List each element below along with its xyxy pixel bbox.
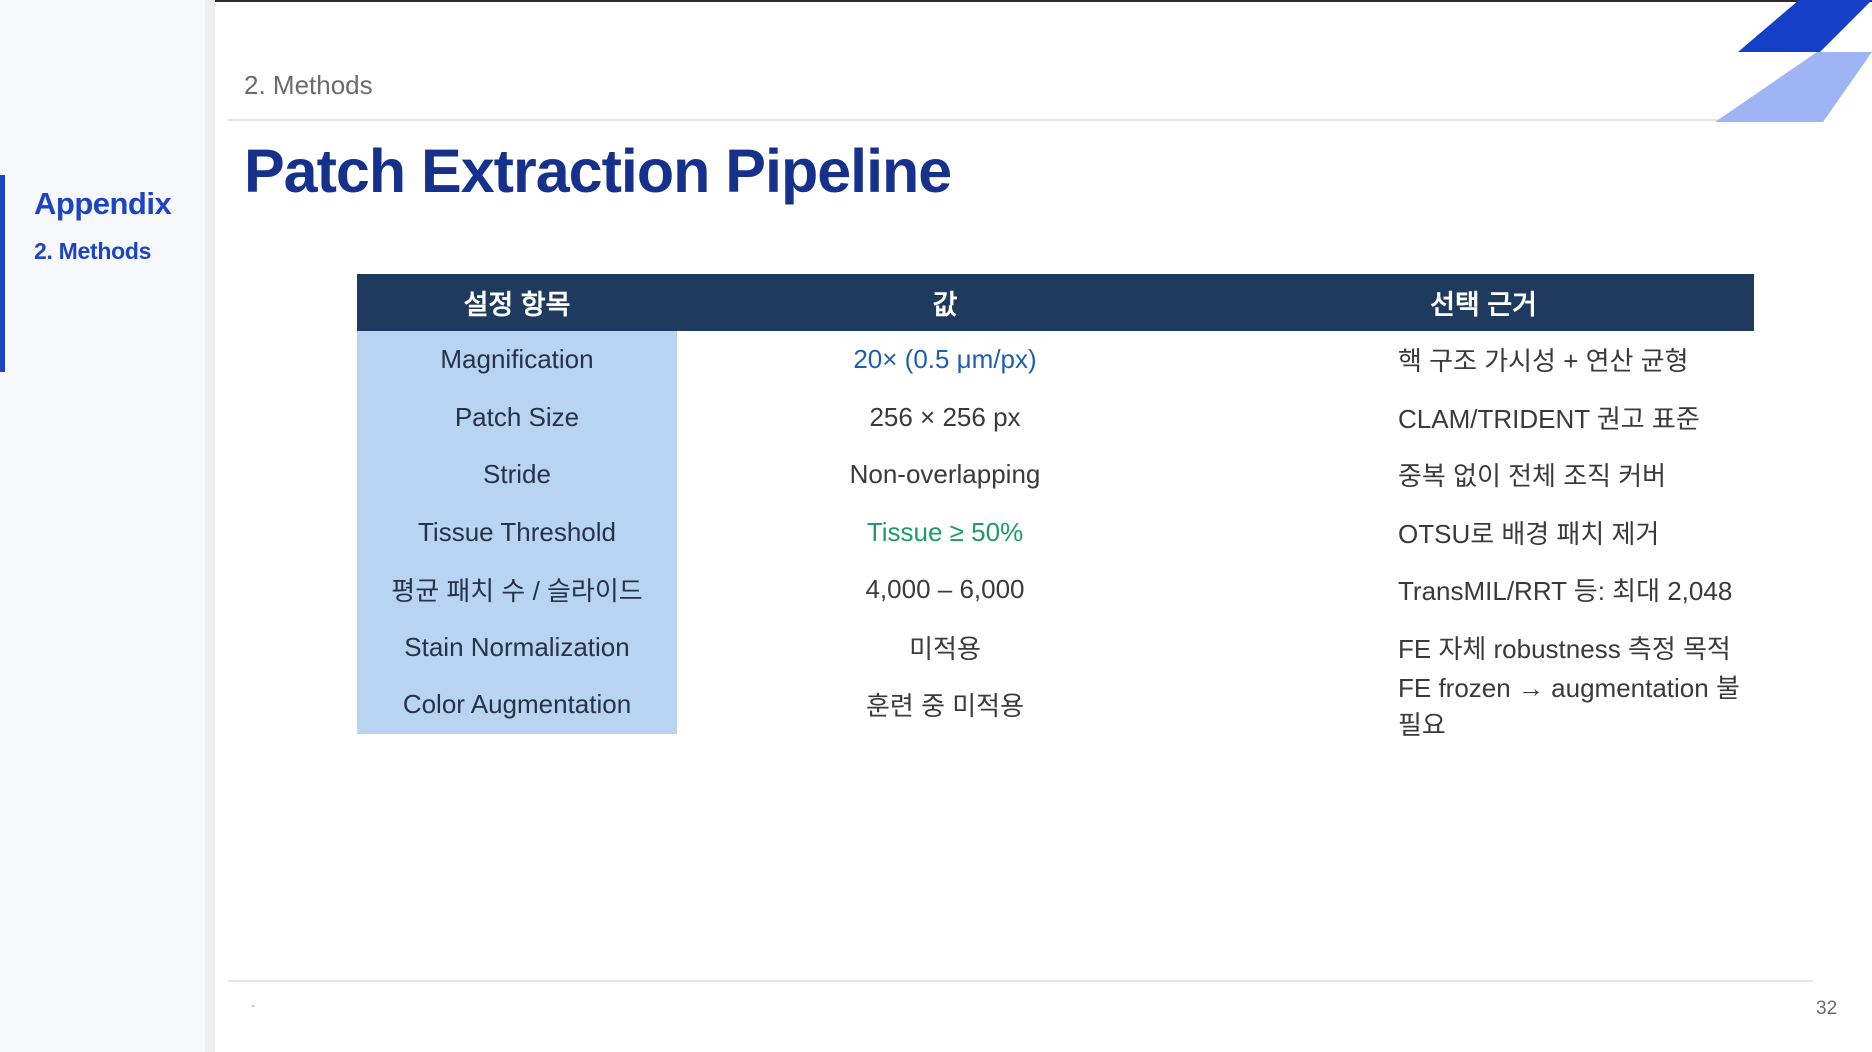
table-row: Patch Size 256 × 256 px CLAM/TRIDENT 권고 표준 xyxy=(357,388,1754,446)
sidebar-subsection: 2. Methods xyxy=(34,238,152,264)
breadcrumb: 2. Methods xyxy=(244,70,373,100)
param-cell: 평균 패치 수 / 슬라이드 xyxy=(357,561,677,619)
param-cell: Patch Size xyxy=(357,388,677,446)
value-cell: 20× (0.5 μm/px) xyxy=(853,344,1037,375)
reason-cell: TransMIL/RRT 등: 최대 2,048 xyxy=(1398,576,1733,607)
param-cell: Color Augmentation xyxy=(357,676,677,734)
top-rule xyxy=(0,0,1872,2)
table-body: Magnification 20× (0.5 μm/px) 핵 구조 가시성 + 연… xyxy=(357,331,1754,740)
column-header-value: 값 xyxy=(932,290,958,320)
table-header-row: 설정 항목 값 선택 근거 xyxy=(357,274,1754,331)
value-cell: 4,000 – 6,000 xyxy=(865,574,1025,605)
settings-table: 설정 항목 값 선택 근거 Magnification 20× (0.5 μm/p… xyxy=(357,274,1754,740)
table-row: Stride Non-overlapping 중복 없이 전체 조직 커버 xyxy=(357,446,1754,504)
value-cell: Tissue ≥ 50% xyxy=(866,516,1024,547)
column-header-param: 설정 항목 xyxy=(463,290,571,320)
footer-mark: - xyxy=(251,998,255,1012)
reason-cell: OTSU로 배경 패치 제거 xyxy=(1398,518,1660,549)
param-cell: Stain Normalization xyxy=(357,618,677,676)
reason-cell: 중복 없이 전체 조직 커버 xyxy=(1398,461,1667,492)
footer-divider xyxy=(228,980,1813,982)
value-cell: 훈련 중 미적용 xyxy=(866,691,1024,722)
sidebar-gutter xyxy=(205,0,215,1052)
param-cell: Magnification xyxy=(357,331,677,389)
header-divider xyxy=(228,119,1813,121)
page-number: 32 xyxy=(1816,998,1838,1019)
reason-cell: 핵 구조 가시성 + 연산 균형 xyxy=(1398,346,1689,377)
reason-cell: CLAM/TRIDENT 권고 표준 xyxy=(1398,403,1700,434)
corner-decoration-icon xyxy=(1715,0,1872,122)
value-cell: 256 × 256 px xyxy=(869,401,1021,432)
column-header-reason: 선택 근거 xyxy=(1430,290,1537,320)
page-title: Patch Extraction Pipeline xyxy=(244,137,952,205)
param-cell: Tissue Threshold xyxy=(357,503,677,561)
sidebar-active-indicator xyxy=(0,175,5,372)
sidebar-section-title: Appendix xyxy=(34,186,172,221)
table-row: Tissue Threshold Tissue ≥ 50% OTSU로 배경 패치 … xyxy=(357,503,1754,561)
param-cell: Stride xyxy=(357,446,677,504)
reason-cell: FE frozen → augmentation 불필요 xyxy=(1398,672,1740,740)
value-cell: 미적용 xyxy=(909,633,981,664)
table-row: Color Augmentation 훈련 중 미적용 FE frozen → au… xyxy=(357,672,1754,740)
value-cell: Non-overlapping xyxy=(849,459,1041,490)
table-row: Magnification 20× (0.5 μm/px) 핵 구조 가시성 + 연… xyxy=(357,331,1754,389)
table-row: 평균 패치 수 / 슬라이드 4,000 – 6,000 TransMIL/RRT … xyxy=(357,561,1754,619)
sidebar xyxy=(0,0,205,1052)
